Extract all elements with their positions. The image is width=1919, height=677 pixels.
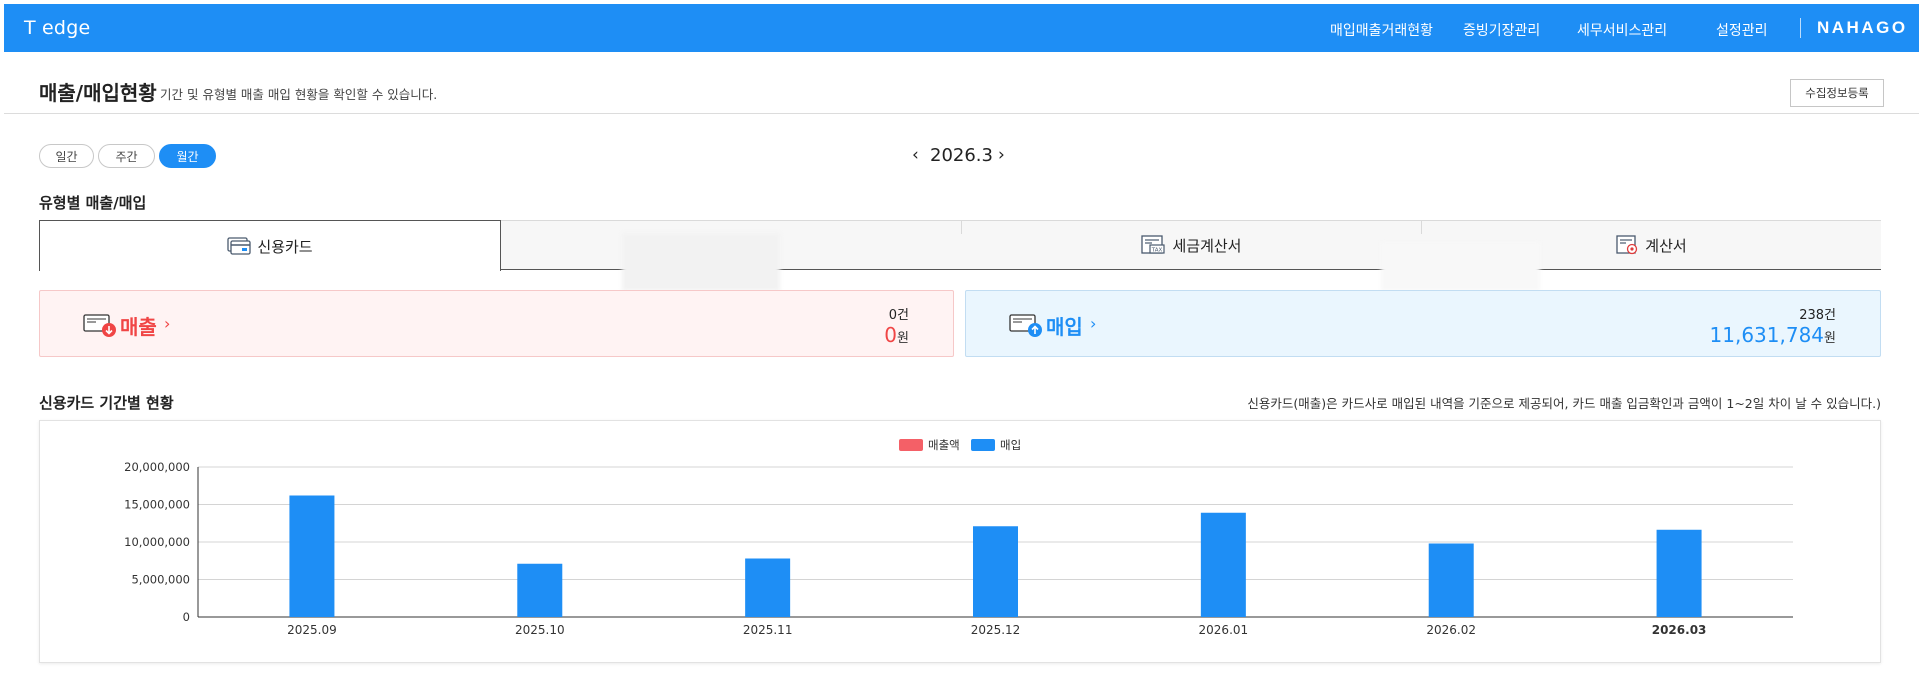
tax-invoice-icon: TAX [1140, 235, 1166, 255]
period-section-title: 신용카드 기간별 현황 [39, 394, 174, 412]
sales-label: 매출 [120, 315, 157, 339]
purchase-chevron-right-icon: › [1090, 314, 1097, 333]
redacted-area [1381, 243, 1540, 291]
svg-text:TAX: TAX [1151, 248, 1163, 254]
brand-name[interactable]: T edge [24, 17, 90, 39]
y-tick-label: 5,000,000 [131, 573, 190, 587]
purchase-summary-card[interactable]: 매입 › 238건 11,631,784원 [965, 290, 1881, 357]
period-bar-chart: 0 5,000,000 10,000,000 15,000,000 20,000,000… [39, 420, 1881, 663]
invoice-icon [1615, 235, 1639, 255]
type-tabs: 신용카드 TAX 세금계산서 계산서 [39, 220, 1881, 271]
x-tick-label: 2025.12 [971, 623, 1021, 637]
tab-credit-card[interactable]: 신용카드 [39, 220, 501, 271]
period-daily-button[interactable]: 일간 [39, 144, 94, 168]
purchase-card-up-icon [1009, 313, 1043, 343]
bar-purchase [1428, 543, 1474, 617]
previous-month-icon[interactable]: ‹ [912, 145, 919, 165]
period-weekly-button[interactable]: 주간 [98, 144, 155, 168]
month-navigator: ‹ 2026.3 › [910, 143, 1010, 169]
legend-swatch-purchase [971, 439, 995, 451]
register-collection-info-button[interactable]: 수집정보등록 [1790, 79, 1884, 107]
sales-count: 0건 [888, 308, 909, 323]
page-header: 매출/매입현황 기간 및 유형별 매출 매입 현황을 확인할 수 있습니다. 수… [4, 52, 1919, 114]
legend-label-sales: 매출액 [928, 438, 960, 452]
period-monthly-button[interactable]: 월간 [159, 144, 216, 168]
nav-item-tax-service[interactable]: 세무서비스관리 [1577, 20, 1667, 40]
next-month-icon[interactable]: › [998, 145, 1005, 165]
tab-divider [961, 220, 962, 234]
credit-card-notice: 신용카드(매출)은 카드사로 매입된 내역을 기준으로 제공되어, 카드 매출 … [1247, 396, 1881, 411]
tab-tax-invoice-label: 세금계산서 [1172, 236, 1242, 255]
nav-item-settings[interactable]: 설정관리 [1716, 20, 1768, 40]
sales-chevron-right-icon: › [164, 314, 171, 333]
bar-purchase [973, 526, 1018, 617]
bar-purchase [1656, 529, 1702, 617]
tab-credit-card-label: 신용카드 [257, 237, 313, 256]
x-tick-label: 2026.03 [1652, 623, 1707, 637]
bar-purchase [517, 563, 563, 617]
y-tick-label: 15,000,000 [124, 498, 190, 512]
page-title: 매출/매입현황 [39, 81, 157, 105]
nav-divider [1800, 18, 1801, 38]
tab-divider [1421, 220, 1422, 234]
legend-swatch-sales [899, 439, 923, 451]
nav-item-sales-transactions[interactable]: 매입매출거래현황 [1330, 20, 1433, 40]
y-tick-label: 10,000,000 [124, 535, 190, 549]
x-tick-label: 2025.09 [287, 623, 337, 637]
redacted-area [622, 233, 780, 291]
current-month-label: 2026.3 [930, 145, 993, 166]
sales-card-down-icon [83, 313, 117, 343]
purchase-count: 238건 [1799, 308, 1836, 323]
sales-summary-card[interactable]: 매출 › 0건 0원 [39, 290, 954, 357]
x-tick-label: 2026.02 [1426, 623, 1476, 637]
nahago-logo[interactable]: NAHAGO [1817, 18, 1908, 38]
top-navigation-bar: T edge 매입매출거래현황 증빙기장관리 세무서비스관리 설정관리 NAHA… [4, 4, 1919, 52]
x-tick-label: 2025.11 [743, 623, 793, 637]
y-tick-label: 0 [183, 610, 190, 624]
bar-purchase [289, 495, 335, 617]
tab-invoice-label: 계산서 [1645, 236, 1687, 255]
x-tick-label: 2026.01 [1199, 623, 1249, 637]
nav-item-evidence-bookkeeping[interactable]: 증빙기장관리 [1463, 20, 1540, 40]
purchase-amount: 11,631,784원 [1709, 323, 1836, 347]
legend-label-purchase: 매입 [1000, 438, 1021, 452]
y-tick-label: 20,000,000 [124, 460, 190, 474]
x-tick-label: 2025.10 [515, 623, 565, 637]
purchase-label: 매입 [1046, 315, 1083, 339]
page-description: 기간 및 유형별 매출 매입 현황을 확인할 수 있습니다. [160, 87, 438, 102]
bar-purchase [1200, 512, 1246, 617]
bar-purchase [745, 558, 791, 617]
chart-canvas: 0 5,000,000 10,000,000 15,000,000 20,000,000… [124, 438, 1793, 637]
type-section-title: 유형별 매출/매입 [39, 194, 147, 212]
credit-card-icon [227, 237, 252, 255]
tab-tax-invoice[interactable]: TAX 세금계산서 [961, 220, 1421, 270]
sales-amount: 0원 [884, 323, 909, 347]
